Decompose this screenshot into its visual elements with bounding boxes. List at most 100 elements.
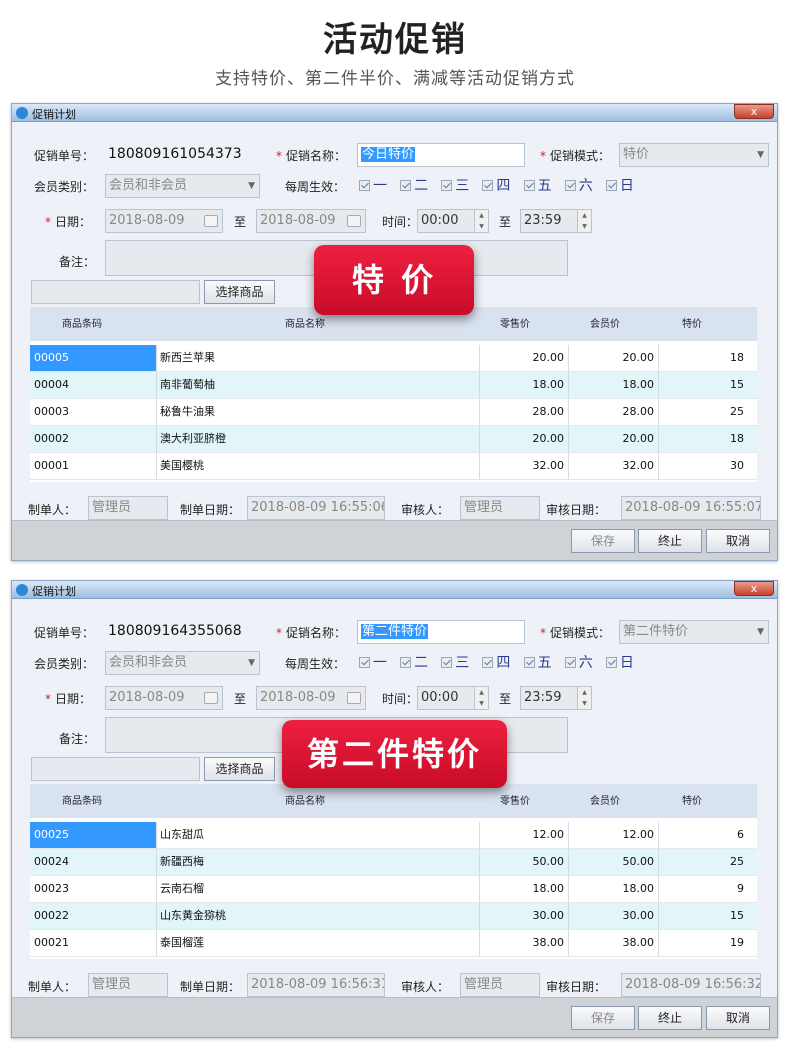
creator-label: 制单人： [28,980,77,994]
create-date-label: 制单日期： [180,503,241,517]
window-title: 促销计划 [32,585,76,598]
weekday-checkbox[interactable]: 日 [605,652,634,672]
date-to-picker[interactable]: 2018-08-09 [256,686,366,710]
table-row[interactable]: 00022 山东黄金猕桃 30.00 30.00 15 [30,903,757,930]
order-no-label: 促销单号： [34,149,95,163]
date-from-picker[interactable]: 2018-08-09 [105,686,223,710]
date-to-picker[interactable]: 2018-08-09 [256,209,366,233]
cell-name: 秘鲁牛油果 [157,399,480,425]
remark-label: 备注： [59,255,96,269]
spin-down-icon: ▼ [479,700,484,707]
checkbox-icon [359,180,370,191]
promo-mode-label: * 促销模式： [540,626,611,640]
promo-name-label: * 促销名称： [276,626,347,640]
weekday-checkbox[interactable]: 日 [605,175,634,195]
weekday-checkbox[interactable]: 五 [523,175,552,195]
weekday-checkbox[interactable]: 一 [359,175,387,195]
table-row[interactable]: 00001 美国樱桃 32.00 32.00 30 [30,453,757,480]
checkbox-icon [359,657,370,668]
time-label: 时间： [382,692,419,706]
weekday-checkbox[interactable]: 六 [564,652,593,672]
weekday-checkbox[interactable]: 二 [400,652,428,672]
cell-retail: 28.00 [480,399,569,425]
stop-button[interactable]: 终止 [638,1006,702,1030]
time-from-input[interactable]: 00:00 ▲ ▼ [417,209,489,233]
table-row[interactable]: 00023 云南石榴 18.00 18.00 9 [30,876,757,903]
time-from-input[interactable]: 00:00 ▲ ▼ [417,686,489,710]
app-icon [16,584,28,596]
cancel-button[interactable]: 取消 [706,1006,770,1030]
cell-retail: 30.00 [480,903,569,929]
weekday-checkbox[interactable]: 三 [441,175,469,195]
weekday-checkbox[interactable]: 三 [441,652,469,672]
cell-retail: 32.00 [480,453,569,479]
remark-label: 备注： [59,732,96,746]
promo-name-input[interactable]: 今日特价 [357,143,525,167]
member-type-select[interactable]: 会员和非会员 ▼ [105,651,260,675]
date-from-picker[interactable]: 2018-08-09 [105,209,223,233]
time-to-input[interactable]: 23:59 ▲ ▼ [520,686,592,710]
time-to-input[interactable]: 23:59 ▲ ▼ [520,209,592,233]
member-type-select[interactable]: 会员和非会员 ▼ [105,174,260,198]
table-row[interactable]: 00003 秘鲁牛油果 28.00 28.00 25 [30,399,757,426]
checkbox-icon [523,657,535,668]
date-to-label: 至 [234,215,247,229]
cell-name: 山东黄金猕桃 [157,903,480,929]
column-header: 零售价 [500,796,530,807]
time-spinner[interactable]: ▲ ▼ [577,687,591,709]
table-row[interactable]: 00005 新西兰苹果 20.00 20.00 18 [30,345,757,372]
weekday-checkbox[interactable]: 四 [482,652,510,672]
date-to-label: 至 [234,692,247,706]
promo-mode-select[interactable]: 特价 ▼ [619,143,769,167]
promo-mode-label: * 促销模式： [540,149,611,163]
table-row[interactable]: 00021 泰国榴莲 38.00 38.00 19 [30,930,757,957]
save-button[interactable]: 保存 [571,1006,635,1030]
checkbox-icon [605,180,617,191]
column-header: 会员价 [590,319,620,330]
save-button[interactable]: 保存 [571,529,635,553]
spin-down-icon: ▼ [582,700,587,707]
cell-name: 南非葡萄柚 [157,372,480,398]
weekday-checkbox[interactable]: 六 [564,175,593,195]
weekday-checkbox[interactable]: 五 [523,652,552,672]
weekday-checkbox[interactable]: 二 [400,175,428,195]
weekday-checkbox[interactable]: 四 [482,175,510,195]
table-row[interactable]: 00002 澳大利亚脐橙 20.00 20.00 18 [30,426,757,453]
goods-search-input[interactable] [31,757,200,781]
weekday-checkbox[interactable]: 一 [359,652,387,672]
cell-member: 32.00 [569,453,659,479]
calendar-icon [204,215,218,227]
goods-search-input[interactable] [31,280,200,304]
cell-retail: 12.00 [480,822,569,848]
window-title: 促销计划 [32,108,76,121]
calendar-icon [347,692,361,704]
cell-code: 00001 [30,453,157,479]
table-row[interactable]: 00025 山东甜瓜 12.00 12.00 6 [30,822,757,849]
weekday-checkboxes: 一 二 三 四 五 六 日 [359,652,643,672]
table-row[interactable]: 00024 新疆西梅 50.00 50.00 25 [30,849,757,876]
close-button[interactable]: x [734,104,774,119]
cell-name: 美国樱桃 [157,453,480,479]
chevron-down-icon: ▼ [757,627,764,637]
time-spinner[interactable]: ▲ ▼ [474,687,488,709]
time-spinner[interactable]: ▲ ▼ [577,210,591,232]
cancel-button[interactable]: 取消 [706,529,770,553]
time-spinner[interactable]: ▲ ▼ [474,210,488,232]
table-row[interactable]: 00004 南非葡萄柚 18.00 18.00 15 [30,372,757,399]
member-type-label: 会员类别： [34,180,95,194]
order-no-field: 180809164355068 [108,623,242,639]
cell-name: 新疆西梅 [157,849,480,875]
cell-member: 18.00 [569,372,659,398]
stop-button[interactable]: 终止 [638,529,702,553]
column-header: 特价 [682,319,702,330]
promo-name-input[interactable]: 第二件特价 [357,620,525,644]
select-goods-button[interactable]: 选择商品 [204,280,275,304]
window-titlebar: 促销计划 x [12,104,777,122]
promo-mode-select[interactable]: 第二件特价 ▼ [619,620,769,644]
select-goods-button[interactable]: 选择商品 [204,757,275,781]
cell-retail: 18.00 [480,372,569,398]
close-button[interactable]: x [734,581,774,596]
column-header: 会员价 [590,796,620,807]
promotion-plan-window: 促销计划 x 促销单号： 180809164355068 * 促销名称： 第二件特… [11,580,778,1038]
create-date-label: 制单日期： [180,980,241,994]
